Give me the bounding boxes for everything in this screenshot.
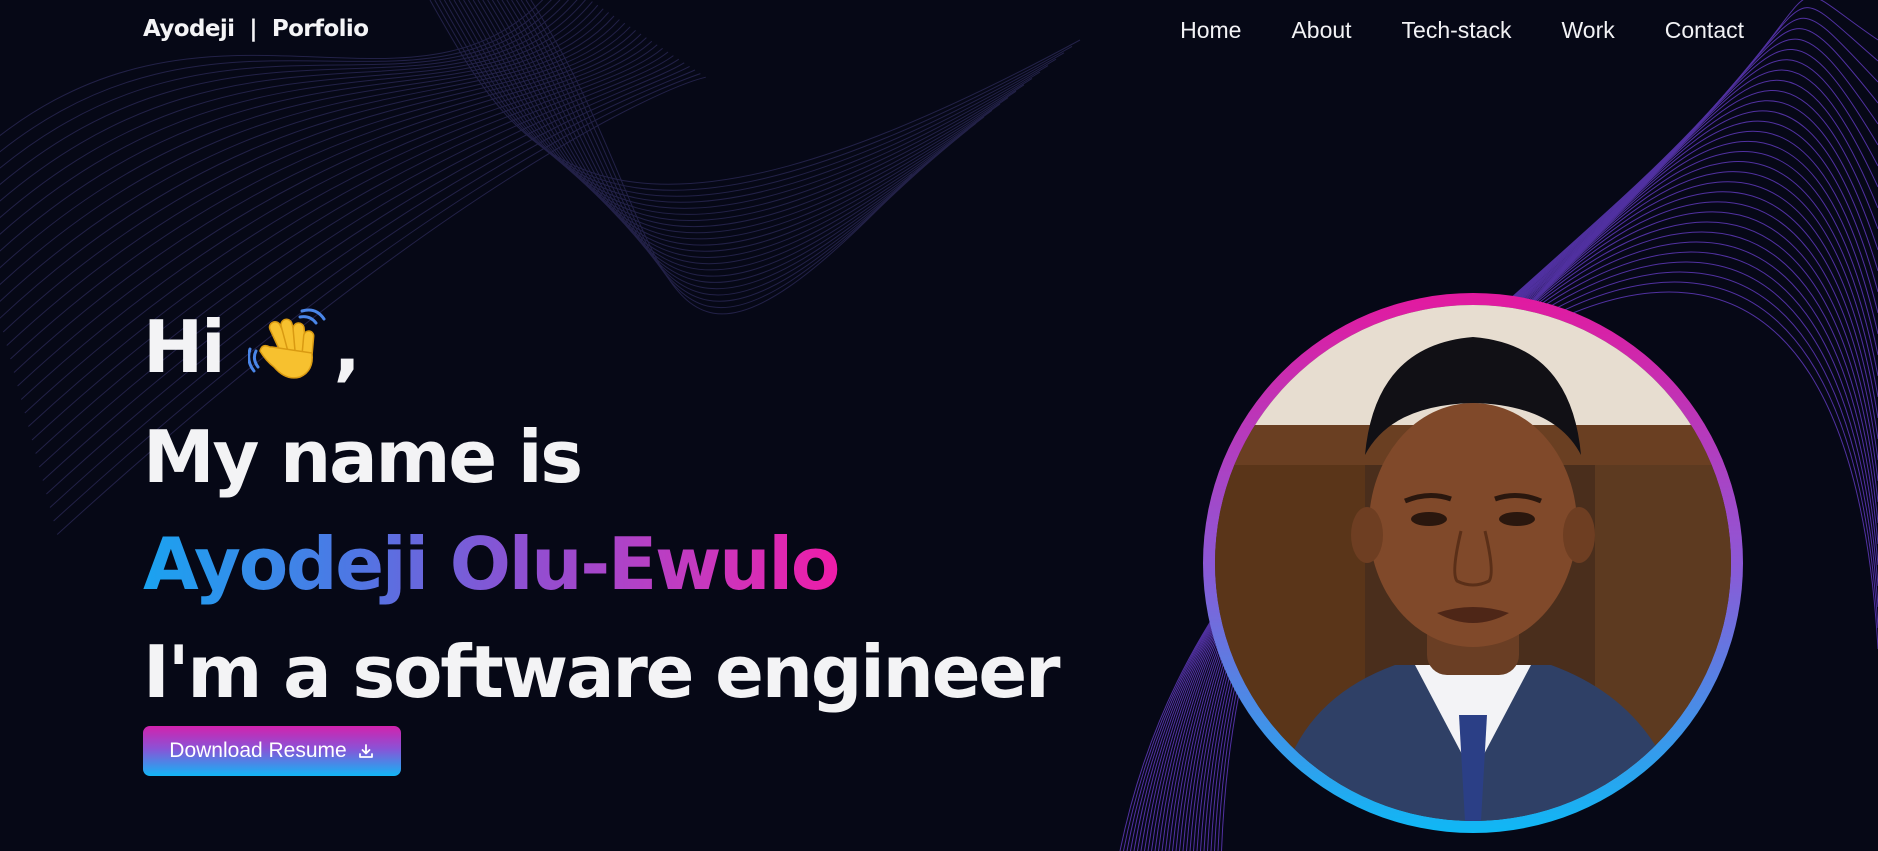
brand-logo-text[interactable]: Ayodeji | Porfolio [143,16,369,42]
nav-link-contact[interactable]: Contact [1665,17,1744,44]
profile-photo [1215,305,1731,821]
download-icon [358,744,373,758]
top-navbar: Ayodeji | Porfolio Home About Tech-stack… [0,0,1878,64]
name-heading: Ayodeji Olu-Ewulo [143,522,840,606]
waving-hand-icon [247,308,326,379]
greeting-line: Hi , [143,305,361,389]
download-resume-label: Download Resume [169,739,347,762]
profile-photo-frame [1203,293,1743,833]
intro-heading: My name is [143,415,583,499]
greeting-comma: , [333,305,361,389]
nav-link-home[interactable]: Home [1180,17,1241,44]
nav-link-about[interactable]: About [1291,17,1351,44]
download-resume-button[interactable]: Download Resume [143,726,401,776]
role-heading: I'm a software engineer [143,630,1060,714]
nav-link-work[interactable]: Work [1561,17,1614,44]
greeting-text: Hi [143,305,226,389]
background-wave-line [35,55,674,454]
profile-photo-illustration [1215,305,1731,821]
nav-link-tech-stack[interactable]: Tech-stack [1402,17,1512,44]
main-nav: Home About Tech-stack Work Contact [1180,17,1744,44]
